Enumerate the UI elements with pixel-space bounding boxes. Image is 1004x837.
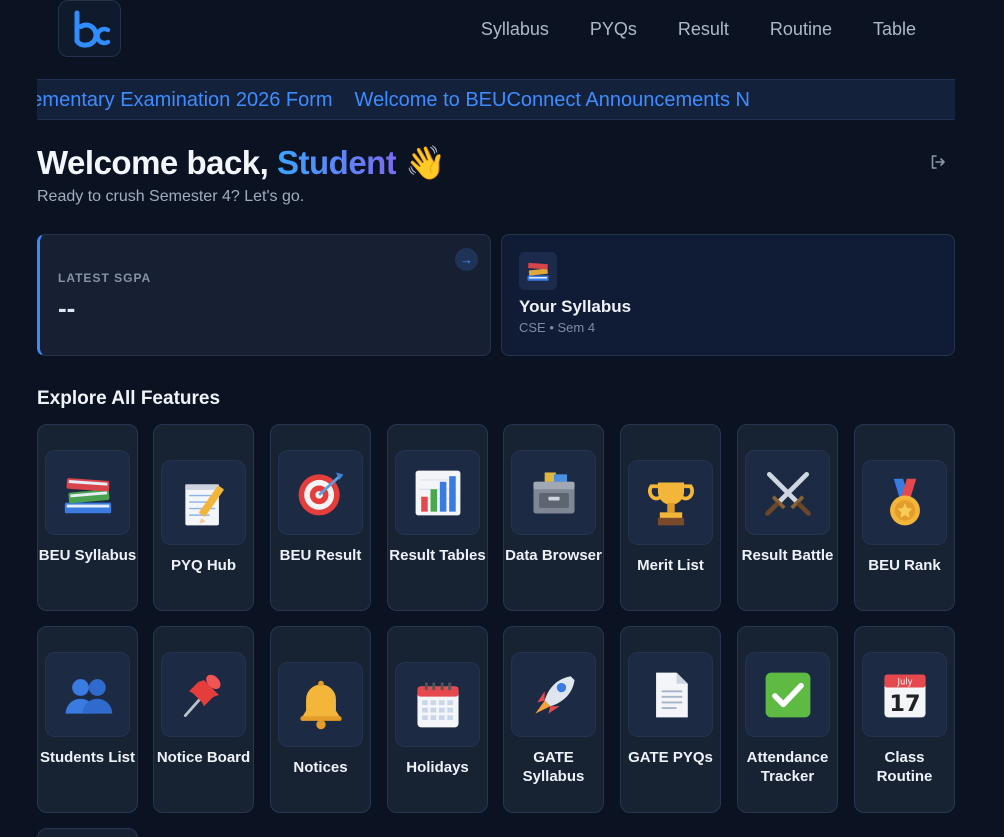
user-name: Student xyxy=(277,144,397,181)
feature-tile-gate-pyqs[interactable]: GATE PYQs xyxy=(620,626,721,813)
sgpa-label: LATEST SGPA xyxy=(58,271,152,285)
feature-label: GATE PYQs xyxy=(628,749,713,766)
feature-tile-attendance-tracker[interactable]: Attendance Tracker xyxy=(737,626,838,813)
feature-label: Students List xyxy=(39,749,135,766)
welcome-subtitle: Ready to crush Semester 4? Let's go. xyxy=(37,188,305,205)
feature-label: PYQ Hub xyxy=(170,557,236,574)
feature-label: Merit List xyxy=(637,557,704,574)
bell-icon xyxy=(278,662,363,747)
check-mark-icon xyxy=(745,652,830,737)
page-title: Welcome back, Student 👋 xyxy=(37,142,446,184)
ticker-track: Semester Supplementary Examination 2026 … xyxy=(37,88,750,112)
svg-text:17: 17 xyxy=(889,690,920,716)
memo-icon xyxy=(161,460,246,545)
top-nav: Syllabus PYQs Result Routine Table xyxy=(481,18,916,40)
ticker-item[interactable]: Semester Supplementary Examination 2026 … xyxy=(37,88,333,112)
feature-tile-result-tables[interactable]: Result Tables xyxy=(387,424,488,611)
nav-table[interactable]: Table xyxy=(873,18,916,40)
nav-pyqs[interactable]: PYQs xyxy=(590,18,637,40)
nav-routine[interactable]: Routine xyxy=(770,18,832,40)
announcement-ticker[interactable]: Semester Supplementary Examination 2026 … xyxy=(37,79,955,120)
syllabus-card[interactable]: Your Syllabus CSE • Sem 4 xyxy=(501,234,955,356)
feature-tile-notices[interactable]: Notices xyxy=(270,626,371,813)
feature-tile-students-list[interactable]: Students List xyxy=(37,626,138,813)
feature-label: Class Routine xyxy=(876,749,933,785)
page-icon xyxy=(628,652,713,737)
file-cabinet-icon xyxy=(511,450,596,535)
books-icon xyxy=(45,450,130,535)
bar-chart-icon xyxy=(395,450,480,535)
calendar-icon xyxy=(395,662,480,747)
books-icon xyxy=(519,252,557,290)
medal-icon xyxy=(862,460,947,545)
feature-label: Notices xyxy=(293,759,348,776)
feature-label: Notice Board xyxy=(156,749,251,766)
date-icon: July 17 xyxy=(862,652,947,737)
feature-tile-data-browser[interactable]: Data Browser xyxy=(503,424,604,611)
nav-result[interactable]: Result xyxy=(678,18,729,40)
logout-icon xyxy=(931,155,945,169)
feature-label: Result Battle xyxy=(741,547,834,564)
crossed-swords-icon xyxy=(745,450,830,535)
feature-label: Attendance Tracker xyxy=(746,749,829,785)
wave-icon: 👋 xyxy=(405,144,446,181)
welcome-prefix: Welcome back, xyxy=(37,144,278,181)
nav-syllabus[interactable]: Syllabus xyxy=(481,18,549,40)
feature-label: Data Browser xyxy=(505,547,602,564)
feature-label: BEU Result xyxy=(279,547,362,564)
feature-tile-holidays[interactable]: Holidays xyxy=(387,626,488,813)
feature-label: Holidays xyxy=(406,759,469,776)
feature-tile-result-battle[interactable]: Result Battle xyxy=(737,424,838,611)
target-icon xyxy=(278,450,363,535)
feature-tile-gate-syllabus[interactable]: GATE Syllabus xyxy=(503,626,604,813)
trophy-icon xyxy=(628,460,713,545)
feature-tile-pyq-hub[interactable]: PYQ Hub xyxy=(153,424,254,611)
rocket-icon xyxy=(511,652,596,737)
feature-tile-notice-board[interactable]: Notice Board xyxy=(153,626,254,813)
header: Syllabus PYQs Result Routine Table xyxy=(0,0,1004,58)
syllabus-subtitle: CSE • Sem 4 xyxy=(519,320,596,335)
feature-label: GATE Syllabus xyxy=(522,749,585,785)
feature-label: BEU Rank xyxy=(868,557,941,574)
app-logo[interactable] xyxy=(58,0,121,57)
logout-button[interactable] xyxy=(928,152,948,172)
feature-tile-beu-syllabus[interactable]: BEU Syllabus xyxy=(37,424,138,611)
feature-tile-class-routine[interactable]: July 17 Class Routine xyxy=(854,626,955,813)
logo-icon xyxy=(74,10,110,48)
feature-tile-beu-rank[interactable]: BEU Rank xyxy=(854,424,955,611)
feature-tile-beu-result[interactable]: BEU Result xyxy=(270,424,371,611)
sgpa-value: -- xyxy=(58,293,76,323)
feature-label: Result Tables xyxy=(389,547,486,564)
features-title: Explore All Features xyxy=(37,388,221,409)
feature-label: BEU Syllabus xyxy=(38,547,137,564)
arrow-right-icon[interactable]: → xyxy=(455,248,478,271)
sgpa-card[interactable]: LATEST SGPA -- → xyxy=(37,234,491,356)
pushpin-icon xyxy=(161,652,246,737)
ticker-item[interactable]: Welcome to BEUConnect Announcements N xyxy=(355,88,750,112)
syllabus-title: Your Syllabus xyxy=(519,297,632,316)
svg-text:July: July xyxy=(896,676,912,686)
feature-tile-merit-list[interactable]: Merit List xyxy=(620,424,721,611)
people-icon xyxy=(45,652,130,737)
feature-tile-partial[interactable] xyxy=(37,828,138,837)
